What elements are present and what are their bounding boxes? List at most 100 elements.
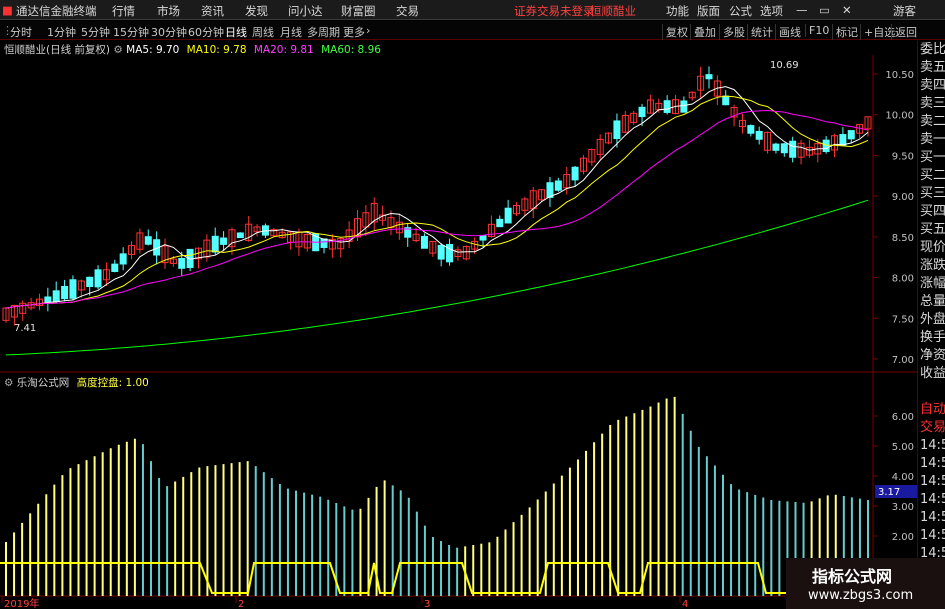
menu-item-trade[interactable]: 交易 — [396, 3, 419, 19]
side-panel-item[interactable]: 现价 — [918, 239, 945, 257]
menu-item-discover[interactable]: 发现 — [245, 3, 268, 19]
side-panel-item[interactable]: 14:56 — [918, 509, 945, 527]
period-tab-weekly[interactable]: 周线 — [252, 24, 274, 40]
menu-item-layout[interactable]: 版面 — [697, 3, 720, 19]
side-panel-item[interactable]: 总量 — [918, 293, 945, 311]
period-tab-1min[interactable]: 1分钟 — [47, 24, 76, 40]
period-tab-60min[interactable]: 60分钟 — [188, 24, 224, 40]
side-panel-item[interactable]: 委比 — [918, 41, 945, 59]
side-panel-item[interactable]: 14:56 — [918, 473, 945, 491]
period-tab-daily[interactable]: 日线 — [225, 24, 247, 40]
side-panel-item[interactable]: 卖三 — [918, 95, 945, 113]
side-panel-item[interactable]: 卖四 — [918, 77, 945, 95]
watermark-url: www.zbgs3.com — [808, 588, 914, 603]
price-tick-label: 10.00 — [885, 111, 914, 122]
side-panel-item[interactable]: 卖二 — [918, 113, 945, 131]
candle-body — [220, 237, 228, 245]
period-tab-multi[interactable]: 多周期 — [307, 24, 340, 40]
menu-item-options[interactable]: 选项 — [760, 3, 783, 19]
candle-body — [705, 74, 713, 80]
ma10-line — [5, 95, 869, 309]
candle-body — [789, 140, 797, 158]
menu-item-news[interactable]: 资讯 — [201, 3, 224, 19]
price-chart[interactable]: 10.50 10.00 9.50 9.00 8.50 8.00 7.50 7.00 6.00 5… — [0, 41, 917, 609]
menu-item-function[interactable]: 功能 — [666, 3, 689, 19]
candle-body — [236, 232, 244, 239]
side-panel-item[interactable]: 买五 — [918, 221, 945, 239]
side-panel-item[interactable]: 卖五 — [918, 59, 945, 77]
candle-body — [111, 263, 119, 272]
period-tab-intraday[interactable]: 分时 — [10, 24, 32, 40]
candle-body — [211, 235, 219, 253]
candle-body — [680, 100, 688, 113]
candle-body — [780, 143, 788, 154]
side-panel-item[interactable]: 14:56 — [918, 527, 945, 545]
side-panel-item[interactable] — [918, 383, 945, 401]
period-tab-5min[interactable]: 5分钟 — [81, 24, 110, 40]
side-panel-item[interactable]: 涨跌 — [918, 257, 945, 275]
overlay-button[interactable]: 叠加 — [690, 24, 716, 40]
side-panel-item[interactable]: 交易 — [918, 419, 945, 437]
side-panel-item[interactable]: 买一 — [918, 149, 945, 167]
site-watermark: 指标公式网 www.zbgs3.com — [786, 558, 945, 609]
adjust-button[interactable]: 复权 — [662, 24, 688, 40]
side-panel-item[interactable]: 卖一 — [918, 131, 945, 149]
indicator-tick-label: 3.00 — [892, 502, 914, 513]
x-axis-label: 2019年 — [4, 597, 39, 609]
side-panel-item[interactable]: 自动 — [918, 401, 945, 419]
candle-body — [613, 120, 621, 140]
menu-item-market[interactable]: 市场 — [157, 3, 180, 19]
side-panel-item[interactable]: 涨幅 — [918, 275, 945, 293]
app-logo-icon: ■ — [2, 3, 13, 17]
mark-button[interactable]: 标记 — [832, 24, 858, 40]
menu-item-formula[interactable]: 公式 — [729, 3, 752, 19]
high-price-marker: 10.69 — [770, 60, 799, 71]
side-panel-item[interactable]: 买二 — [918, 167, 945, 185]
control-step-line — [0, 562, 873, 594]
period-tab-30min[interactable]: 30分钟 — [151, 24, 187, 40]
menu-item-wealth[interactable]: 财富圈 — [341, 3, 376, 19]
candle-body — [86, 276, 94, 287]
stock-name-title: 恒顺醋业 — [590, 4, 636, 18]
price-tick-label: 8.50 — [892, 233, 914, 244]
user-label[interactable]: 游客 — [893, 3, 916, 19]
login-warning[interactable]: 证券交易未登录 — [514, 3, 595, 19]
side-panel-item[interactable]: 外盘 — [918, 311, 945, 329]
candle-body — [446, 243, 454, 263]
candle-body — [52, 290, 60, 302]
indicator-tick-label: 2.00 — [892, 532, 914, 543]
multi-stock-button[interactable]: 多股 — [719, 24, 745, 40]
side-panel-item[interactable]: 买三 — [918, 185, 945, 203]
period-tab-monthly[interactable]: 月线 — [280, 24, 302, 40]
side-panel-item[interactable]: 14:56 — [918, 455, 945, 473]
candle-body — [847, 130, 855, 140]
candle-body — [755, 130, 763, 140]
candle-body — [420, 235, 428, 249]
indicator-current-value: 3.17 — [878, 487, 900, 498]
restore-icon[interactable]: ▭ — [819, 3, 830, 17]
back-button[interactable]: 返回 — [891, 24, 917, 40]
menu-item-quotes[interactable]: 行情 — [112, 3, 135, 19]
period-tab-more[interactable]: 更多 — [343, 24, 365, 40]
side-panel-item[interactable]: 净资 — [918, 347, 945, 365]
side-panel-item[interactable]: 换手 — [918, 329, 945, 347]
price-tick-label: 10.50 — [885, 70, 914, 81]
watermark-title: 指标公式网 — [812, 567, 893, 586]
candle-body — [839, 134, 847, 146]
side-panel-item[interactable]: 14:56 — [918, 491, 945, 509]
add-watchlist-button[interactable]: +自选 — [860, 24, 895, 40]
chevron-right-icon[interactable]: › — [366, 24, 370, 37]
side-panel-item[interactable]: 14:56 — [918, 437, 945, 455]
draw-line-button[interactable]: 画线 — [775, 24, 801, 40]
menu-item-ask[interactable]: 问小达 — [288, 3, 323, 19]
close-icon[interactable]: ✕ — [842, 3, 852, 17]
side-panel-item[interactable]: 收益 — [918, 365, 945, 383]
period-tab-15min[interactable]: 15分钟 — [113, 24, 149, 40]
stats-button[interactable]: 统计 — [747, 24, 773, 40]
minimize-icon[interactable]: — — [796, 3, 808, 17]
ma5-line — [5, 86, 869, 309]
side-panel-item[interactable]: 买四 — [918, 203, 945, 221]
candle-body — [638, 106, 646, 118]
candle-body — [61, 285, 69, 300]
f10-button[interactable]: F10 — [805, 24, 829, 37]
